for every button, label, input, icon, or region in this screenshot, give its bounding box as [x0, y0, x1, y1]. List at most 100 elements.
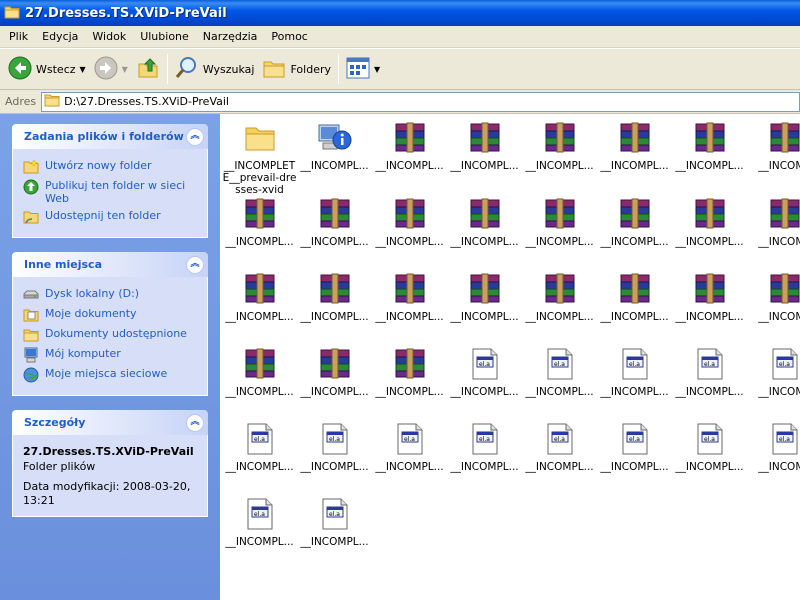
details-panel: Szczegóły ︽ 27.Dresses.TS.XViD-PreVail F…	[12, 410, 208, 517]
file-name: __INCOMPL...	[375, 461, 444, 473]
file-item[interactable]: __INCOMPL...	[372, 340, 447, 398]
address-path: D:\27.Dresses.TS.XViD-PreVail	[64, 95, 229, 108]
place-shared-documents[interactable]: Dokumenty udostępnione	[23, 327, 197, 343]
file-item[interactable]: __INCOMPL...	[297, 114, 372, 172]
collapse-icon[interactable]: ︽	[186, 127, 204, 146]
menu-view[interactable]: Widok	[85, 27, 133, 47]
forward-button[interactable]: ▼	[90, 52, 132, 86]
details-panel-body: 27.Dresses.TS.XViD-PreVail Folder plików…	[12, 435, 208, 517]
file-item[interactable]: el.a __INCOMPL...	[522, 340, 597, 398]
file-name: __INCOMPL...	[375, 311, 444, 323]
doc-icon: el.a	[692, 346, 728, 382]
file-item[interactable]: __INCOMPL...	[672, 265, 747, 323]
rar-icon	[467, 196, 503, 232]
file-item[interactable]: __INCOMPL...	[597, 190, 672, 248]
file-name: __INCOMPL...	[450, 160, 519, 172]
file-item[interactable]: el.a __INCOMP	[747, 415, 800, 473]
place-local-disk[interactable]: Dysk lokalny (D:)	[23, 287, 197, 303]
file-item[interactable]: __INCOMPL...	[222, 190, 297, 248]
file-item[interactable]: __INCOMPL...	[297, 265, 372, 323]
back-arrow-icon	[8, 56, 32, 83]
title-bar[interactable]: 27.Dresses.TS.XViD-PreVail	[0, 0, 800, 26]
file-item[interactable]: __INCOMPL...	[297, 340, 372, 398]
search-button[interactable]: Wyszukaj	[171, 52, 259, 86]
collapse-icon[interactable]: ︽	[186, 255, 204, 274]
file-item[interactable]: el.a __INCOMP	[747, 340, 800, 398]
file-item[interactable]: __INCOMPL...	[447, 114, 522, 172]
file-item[interactable]: el.a __INCOMPL...	[222, 490, 297, 548]
file-item[interactable]: el.a __INCOMPL...	[222, 415, 297, 473]
menu-file[interactable]: Plik	[2, 27, 35, 47]
place-my-computer[interactable]: Mój komputer	[23, 347, 197, 363]
doc-icon: el.a	[617, 421, 653, 457]
tasks-panel-header[interactable]: Zadania plików i folderów ︽	[12, 124, 208, 149]
forward-arrow-icon	[94, 56, 118, 83]
place-label: Dokumenty udostępnione	[45, 327, 187, 340]
places-panel-header[interactable]: Inne miejsca ︽	[12, 252, 208, 277]
task-new-folder[interactable]: Utwórz nowy folder	[23, 159, 197, 175]
file-item[interactable]: el.a __INCOMPL...	[522, 415, 597, 473]
rar-icon	[617, 120, 653, 156]
details-panel-title: Szczegóły	[24, 416, 86, 429]
svg-text:el.a: el.a	[404, 436, 415, 443]
file-name: __INCOMPL...	[675, 461, 744, 473]
file-item[interactable]: __INCOMPL...	[222, 340, 297, 398]
back-button[interactable]: Wstecz ▼	[4, 52, 90, 86]
doc-icon: el.a	[467, 421, 503, 457]
folders-button[interactable]: Foldery	[258, 52, 335, 86]
up-folder-button[interactable]	[132, 52, 164, 86]
file-item[interactable]: el.a __INCOMPL...	[297, 415, 372, 473]
file-item[interactable]: el.a __INCOMPL...	[672, 415, 747, 473]
details-name: 27.Dresses.TS.XViD-PreVail	[23, 445, 194, 458]
file-item[interactable]: __INCOMPL...	[597, 114, 672, 172]
place-network[interactable]: Moje miejsca sieciowe	[23, 367, 197, 383]
file-item[interactable]: __INCOMPL...	[372, 114, 447, 172]
rar-icon	[767, 196, 800, 232]
views-button[interactable]: ▼	[342, 52, 384, 86]
details-panel-header[interactable]: Szczegóły ︽	[12, 410, 208, 435]
collapse-icon[interactable]: ︽	[186, 413, 204, 432]
file-item[interactable]: __INCOMPL...	[447, 190, 522, 248]
task-publish-web[interactable]: Publikuj ten folder w sieci Web	[23, 179, 197, 205]
chevron-down-icon[interactable]: ▼	[374, 65, 380, 74]
task-share-folder[interactable]: Udostępnij ten folder	[23, 209, 197, 225]
details-modified: Data modyfikacji: 2008-03-20, 13:21	[23, 480, 191, 507]
file-item[interactable]: __INCOMPL...	[672, 190, 747, 248]
file-list[interactable]: __INCOMPLETE__prevail-dresses-xvid __INC…	[220, 114, 800, 600]
file-item[interactable]: __INCOMPL...	[597, 265, 672, 323]
rar-icon	[617, 271, 653, 307]
file-item[interactable]: __INCOMP	[747, 114, 800, 172]
chevron-down-icon[interactable]: ▼	[80, 65, 86, 74]
rar-icon	[542, 120, 578, 156]
file-item[interactable]: __INCOMPL...	[522, 265, 597, 323]
rar-icon	[467, 271, 503, 307]
file-item[interactable]: __INCOMPL...	[522, 190, 597, 248]
folder-item[interactable]: __INCOMPLETE__prevail-dresses-xvid	[222, 114, 297, 196]
file-item[interactable]: el.a __INCOMPL...	[447, 340, 522, 398]
file-item[interactable]: __INCOMPL...	[672, 114, 747, 172]
task-label: Publikuj ten folder w sieci Web	[45, 179, 186, 205]
rar-icon	[692, 271, 728, 307]
file-item[interactable]: __INCOMP	[747, 265, 800, 323]
file-item[interactable]: __INCOMP	[747, 190, 800, 248]
file-item[interactable]: __INCOMPL...	[297, 190, 372, 248]
menu-help[interactable]: Pomoc	[264, 27, 314, 47]
file-item[interactable]: __INCOMPL...	[372, 190, 447, 248]
menu-favorites[interactable]: Ulubione	[133, 27, 196, 47]
file-item[interactable]: el.a __INCOMPL...	[447, 415, 522, 473]
file-item[interactable]: __INCOMPL...	[522, 114, 597, 172]
address-input[interactable]: D:\27.Dresses.TS.XViD-PreVail	[41, 91, 800, 112]
file-item[interactable]: el.a __INCOMPL...	[597, 340, 672, 398]
file-item[interactable]: el.a __INCOMPL...	[672, 340, 747, 398]
file-item[interactable]: el.a __INCOMPL...	[372, 415, 447, 473]
menu-tools[interactable]: Narzędzia	[196, 27, 265, 47]
file-item[interactable]: __INCOMPL...	[447, 265, 522, 323]
shared-documents-icon	[23, 327, 39, 343]
places-panel-title: Inne miejsca	[24, 258, 102, 271]
file-item[interactable]: __INCOMPL...	[372, 265, 447, 323]
place-my-documents[interactable]: Moje dokumenty	[23, 307, 197, 323]
menu-edit[interactable]: Edycja	[35, 27, 85, 47]
file-item[interactable]: el.a __INCOMPL...	[297, 490, 372, 548]
file-item[interactable]: __INCOMPL...	[222, 265, 297, 323]
file-item[interactable]: el.a __INCOMPL...	[597, 415, 672, 473]
